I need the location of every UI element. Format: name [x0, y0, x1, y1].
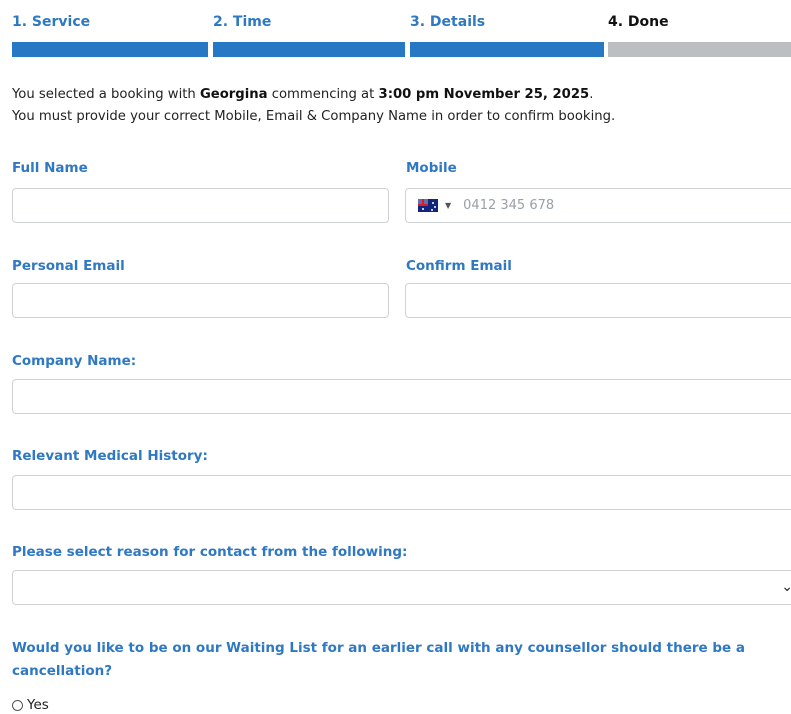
booking-summary-line: You selected a booking with Georgina com… — [12, 84, 615, 106]
mobile-input[interactable]: ▼ 0412 345 678 — [405, 188, 791, 223]
option-label: Yes — [27, 697, 49, 713]
step-label: 2. Time — [213, 14, 272, 30]
country-selector[interactable]: ▼ — [418, 199, 451, 212]
personal-email-input[interactable] — [12, 283, 389, 318]
confirm-email-input[interactable] — [405, 283, 791, 318]
radio-button[interactable] — [12, 699, 23, 711]
summary-text: commencing at — [267, 87, 379, 102]
step-label: 1. Service — [12, 14, 91, 30]
company-name-input[interactable] — [12, 379, 791, 414]
step-label: 4. Done — [608, 14, 669, 30]
requirements-note: You must provide your correct Mobile, Em… — [12, 109, 616, 124]
summary-text: You selected a booking with — [12, 87, 200, 102]
reason-select[interactable]: ⌄ — [12, 570, 791, 605]
chevron-down-icon: ▼ — [445, 201, 452, 210]
counsellor-name: Georgina — [199, 87, 268, 102]
booking-datetime: 3:00 pm November 25, 2025 — [378, 87, 590, 102]
step-progress-bar — [608, 42, 791, 57]
summary-text: . — [589, 87, 594, 102]
mobile-label: Mobile — [406, 160, 457, 176]
full-name-label: Full Name — [12, 160, 88, 176]
chevron-down-icon: ⌄ — [781, 579, 791, 595]
waiting-list-option-yes[interactable]: Yes — [12, 697, 49, 713]
step-progress-bar — [213, 42, 405, 57]
reason-label: Please select reason for contact from th… — [12, 544, 408, 560]
confirm-email-label: Confirm Email — [406, 258, 512, 274]
full-name-input[interactable] — [12, 188, 389, 223]
waiting-list-question: Would you like to be on our Waiting List… — [12, 640, 746, 679]
company-name-label: Company Name: — [12, 353, 137, 369]
personal-email-label: Personal Email — [12, 258, 125, 274]
mobile-placeholder: 0412 345 678 — [463, 198, 555, 213]
step-label: 3. Details — [410, 14, 486, 30]
step-progress-bar — [410, 42, 604, 57]
step-progress-bar — [12, 42, 208, 57]
booking-summary: You selected a booking with Georgina com… — [12, 84, 615, 128]
booking-steps: 1. Service 2. Time 3. Details 4. Done — [12, 0, 791, 60]
phone-field-content: ▼ 0412 345 678 — [418, 189, 554, 222]
australia-flag-icon — [418, 199, 438, 212]
medical-history-input[interactable] — [12, 475, 791, 510]
medical-history-label: Relevant Medical History: — [12, 448, 208, 464]
